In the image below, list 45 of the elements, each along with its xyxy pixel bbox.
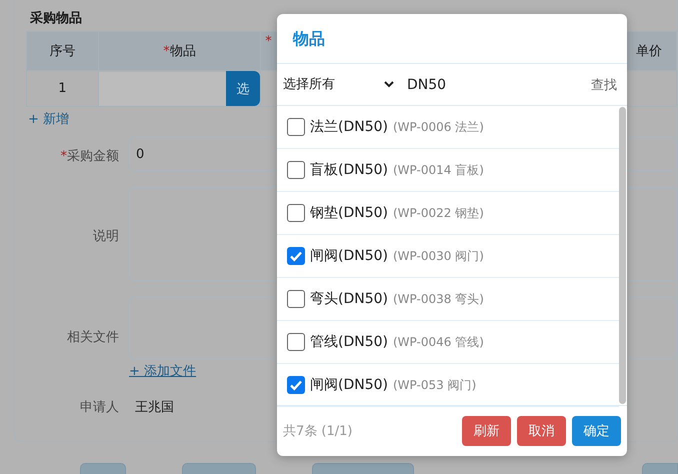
item-code: (WP-0046 管线) [393, 334, 484, 350]
scrollbar[interactable] [619, 107, 626, 404]
item-code: (WP-0030 阀门) [393, 248, 484, 264]
checkbox[interactable] [287, 376, 305, 394]
checkbox[interactable] [287, 247, 305, 265]
select-button[interactable]: 选 [226, 71, 260, 106]
item-name: 闸阀(DN50) [310, 247, 388, 265]
item-name: 闸阀(DN50) [310, 376, 388, 394]
section-title: 采购物品 [29, 10, 83, 28]
item-name: 弯头(DN50) [310, 290, 388, 308]
list-item[interactable]: 闸阀(DN50) (WP-0030 阀门) [277, 235, 619, 278]
item-name: 管线(DN50) [310, 333, 388, 351]
field-label: 相关文件 [66, 329, 120, 347]
list-item[interactable]: 管线(DN50) (WP-0046 管线) [277, 321, 619, 364]
field-label: 申请人 [79, 399, 120, 416]
item-field[interactable] [98, 72, 226, 106]
record-count: 共7条 (1/1) [283, 423, 352, 440]
item-code: (WP-053 阀门) [393, 376, 476, 394]
item-code: (WP-0014 盲板) [393, 162, 484, 178]
checkbox[interactable] [287, 118, 305, 136]
checkbox[interactable] [287, 161, 305, 179]
column-header: *物品 [98, 31, 262, 71]
item-code: (WP-0022 钢垫) [393, 204, 484, 222]
field-label: *采购金额 [60, 148, 120, 166]
field-label: 说明 [92, 228, 120, 246]
item-name: 钢垫(DN50) [310, 204, 388, 222]
list-item[interactable]: 闸阀(DN50) (WP-053 阀门) [277, 364, 619, 407]
action-button[interactable]: 取消 [517, 416, 566, 446]
applicant-name: 王兆国 [134, 400, 174, 415]
list-item[interactable]: 弯头(DN50) (WP-0038 弯头) [277, 278, 619, 321]
checkbox[interactable] [287, 290, 305, 308]
action-button[interactable]: 刷新 [462, 416, 511, 446]
item-name: 法兰(DN50) [310, 118, 388, 136]
checkbox[interactable] [287, 204, 305, 222]
dialog-title: 物品 [277, 14, 627, 64]
list-item[interactable]: 盲板(DN50) (WP-0014 盲板) [277, 149, 619, 192]
item-code: (WP-0006 法兰) [393, 118, 484, 136]
search-button[interactable]: 查找 [591, 76, 617, 94]
item-code: (WP-0038 弯头) [393, 290, 484, 308]
item-name: 盲板(DN50) [310, 161, 388, 179]
column-header: 序号 [27, 31, 99, 71]
checkbox[interactable] [287, 333, 305, 351]
list-item[interactable]: 钢垫(DN50) (WP-0022 钢垫) [277, 192, 619, 235]
list-item[interactable]: 法兰(DN50) (WP-0006 法兰) [277, 106, 619, 149]
confirm-button[interactable]: 确定 [572, 416, 621, 446]
